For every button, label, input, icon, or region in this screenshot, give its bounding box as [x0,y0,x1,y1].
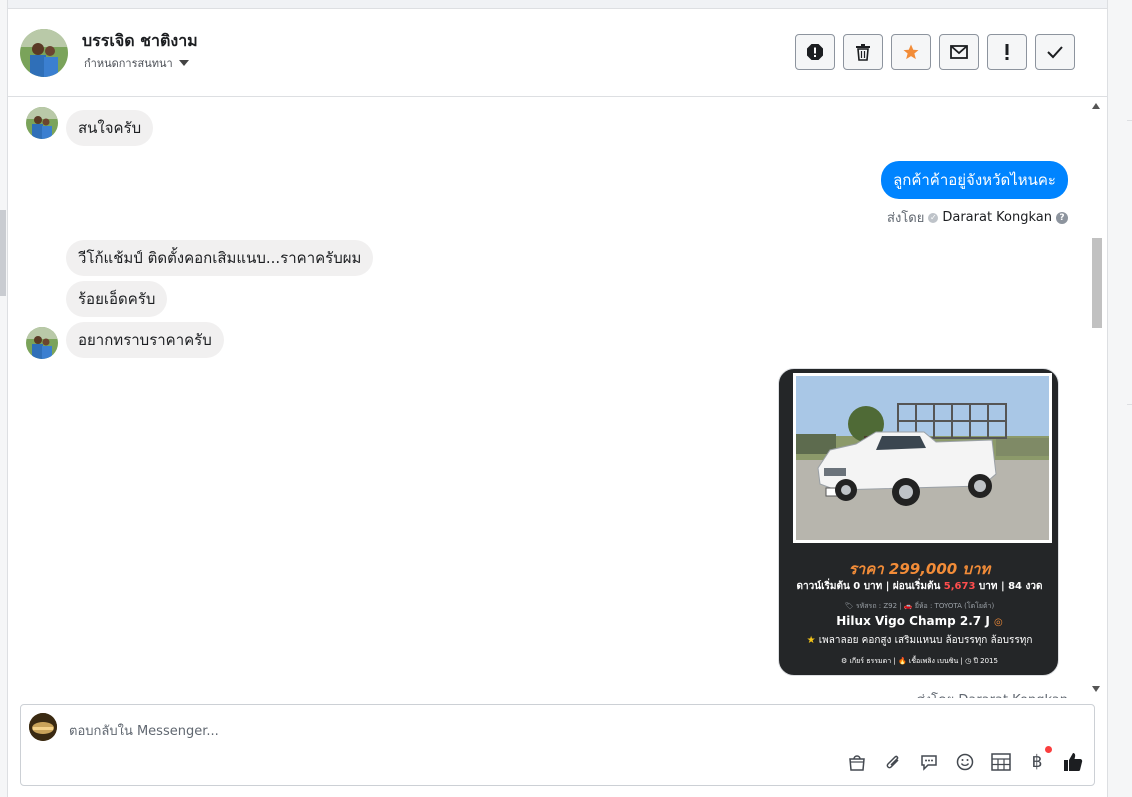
incoming-message: สนใจครับ [66,110,154,146]
star-icon [903,44,919,60]
right-rail-divider [1127,404,1132,405]
scroll-up-arrow-icon[interactable] [1092,103,1100,109]
contact-avatar-small [26,327,58,359]
left-rail-marker [0,210,6,296]
car-ad-image-message[interactable]: ราคา 299,000 บาท ดาวน์เริ่มต้น 0 บาท | ผ… [778,368,1059,676]
header-actions [795,34,1075,70]
messenger-inbox: บรรเจิด ชาติงาม กำหนดการสนทนา สนใจครับ ล… [0,0,1132,797]
saved-reply-icon[interactable] [918,751,940,773]
incoming-message: อยากทราบราคาครับ [66,322,224,358]
baht-icon[interactable]: ฿ [1026,746,1052,773]
scrollbar-thumb[interactable] [1092,238,1102,328]
shop-bag-icon[interactable] [846,751,868,773]
sender-name: Dararat Kongkan [942,210,1052,225]
ad-model-name: Hilux Vigo Champ 2.7 J [836,614,990,628]
mark-done-button[interactable] [1035,34,1075,70]
caret-down-icon [178,60,189,66]
star-bullet-icon: ★ [806,635,816,646]
verified-check-icon: ◎ [994,617,1003,628]
envelope-icon [950,45,968,59]
sent-by-label: ส่งโดย [887,211,925,226]
conversation-header: บรรเจิด ชาติงาม กำหนดการสนทนา [8,9,1107,97]
notification-badge [1045,746,1052,753]
ad-features: ★ เพลาลอย คอกสูง เสริมแหนบ ล้อบรรทุก ล้อ… [779,633,1058,648]
ad-monthly-payment: 5,673 [943,581,976,592]
mark-unread-button[interactable] [939,34,979,70]
trash-icon [856,44,870,61]
sender-name: Dararat Kongkan [958,693,1068,698]
ad-terms: ดาวน์เริ่มต้น 0 บาท | ผ่อนเริ่มต้น 5,673… [779,579,1058,594]
table-icon[interactable] [990,751,1012,773]
attach-icon[interactable] [882,751,904,773]
message-thread[interactable]: สนใจครับ ลูกค้าค้าอยู่จังหวัดไหนคะ ส่งโด… [8,98,1107,698]
contact-avatar[interactable] [20,29,68,77]
ad-model: Hilux Vigo Champ 2.7 J ◎ [779,614,1058,628]
emoji-icon[interactable] [954,751,976,773]
mark-important-button[interactable] [987,34,1027,70]
incoming-message: ร้อยเอ็ดครับ [66,281,168,317]
right-rail-divider [1127,120,1132,121]
ad-features-text: เพลาลอย คอกสูง เสริมแหนบ ล้อบรรทุก ล้อบร… [818,635,1033,646]
reply-input[interactable]: ตอบกลับใน Messenger... [69,720,219,741]
thumbs-up-icon[interactable] [1062,751,1084,773]
alert-octagon-icon [807,44,823,60]
thread-scrollbar[interactable] [1089,98,1104,698]
incoming-message: วีโก้แช้มป์ ติดตั้งคอกเสิมแนบ...ราคาครับ… [66,240,374,276]
exclamation-icon [1005,44,1009,60]
ad-terms-period: บาท | 84 งวด [978,581,1043,592]
conversation-settings-dropdown[interactable]: กำหนดการสนทนา [84,54,189,72]
delete-button[interactable] [843,34,883,70]
verified-dot-icon: ✓ [928,212,939,223]
check-icon [1047,46,1063,59]
report-button[interactable] [795,34,835,70]
ad-price: ราคา 299,000 บาท [848,560,991,578]
star-button[interactable] [891,34,931,70]
sent-by-line-partial: ส่งโดย Dararat Kongkan [917,689,1068,698]
right-rail [1107,0,1132,797]
outgoing-message: ลูกค้าค้าอยู่จังหวัดไหนคะ [881,161,1068,199]
truck-photo [793,373,1052,543]
ad-specs: ⚙ เกียร์ ธรรมดา | 🔥 เชื้อเพลิง เบนซิน | … [841,657,998,665]
contact-name: บรรเจิด ชาติงาม [82,31,198,50]
ad-terms-down: ดาวน์เริ่มต้น 0 บาท | ผ่อนเริ่มต้น [796,581,941,592]
composer-toolbar: ฿ [846,746,1084,773]
help-icon[interactable]: ? [1056,211,1068,224]
reply-composer[interactable]: ตอบกลับใน Messenger... ฿ [20,704,1095,786]
sent-by-label: ส่งโดย [917,693,954,698]
conversation-panel: บรรเจิด ชาติงาม กำหนดการสนทนา สนใจครับ ล… [8,8,1107,797]
sent-by-line: ส่งโดย ✓ Dararat Kongkan ? [887,207,1068,228]
left-rail [0,0,8,797]
page-avatar [29,713,57,741]
scroll-down-arrow-icon[interactable] [1092,686,1100,692]
ad-meta: 🏷 รหัสรถ : Z92 | 🚗 ยี่ห้อ : TOYOTA (โตโย… [844,602,995,610]
conversation-settings-label: กำหนดการสนทนา [84,57,173,70]
contact-avatar-small [26,107,58,139]
